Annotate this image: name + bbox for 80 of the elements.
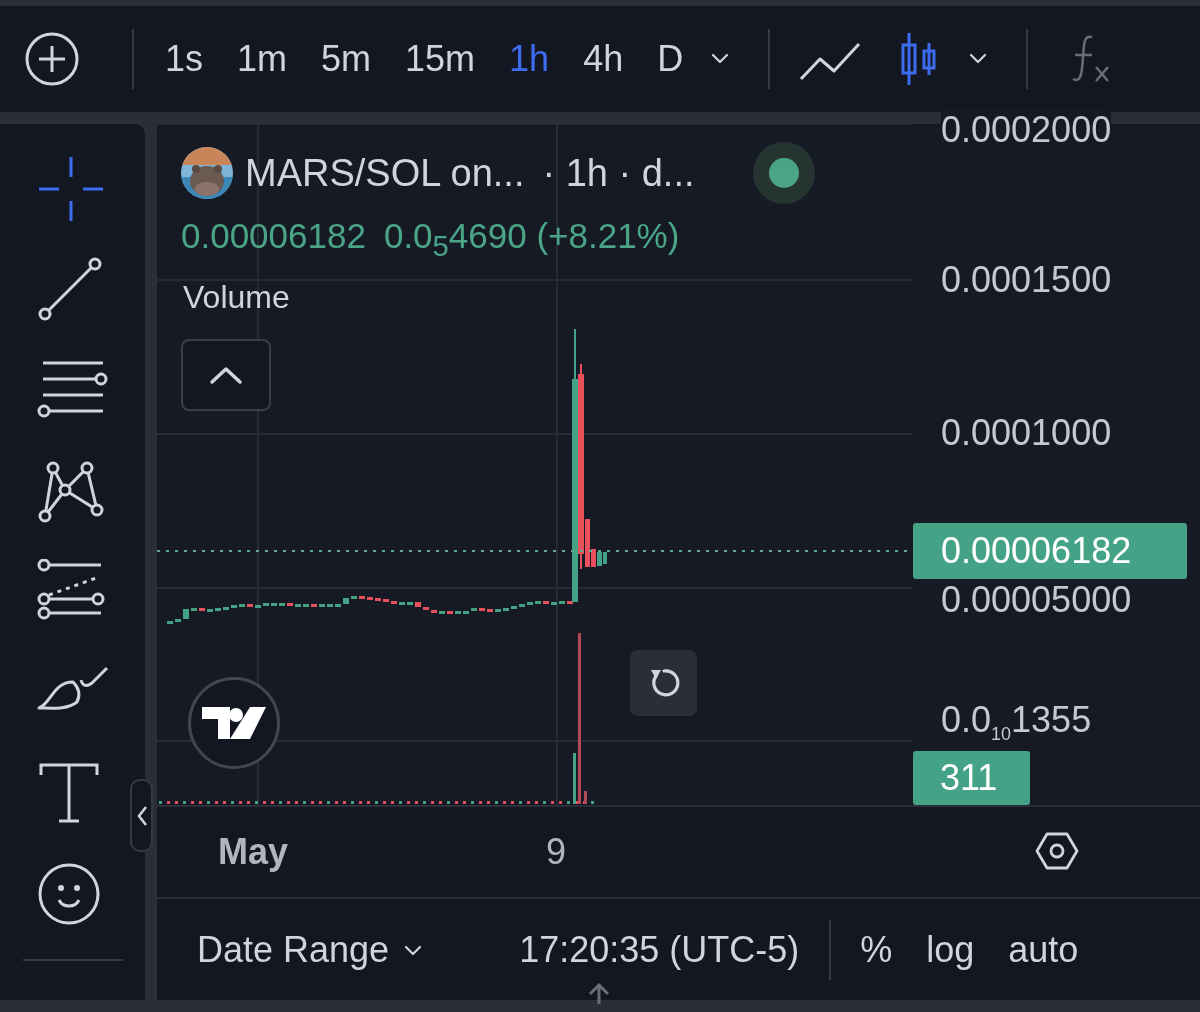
candle bbox=[487, 609, 493, 612]
scale-option[interactable]: auto bbox=[991, 928, 1096, 971]
candle bbox=[199, 608, 205, 611]
candle bbox=[367, 597, 373, 600]
candle bbox=[311, 604, 317, 607]
candle bbox=[463, 611, 469, 614]
timeframe-tab[interactable]: 1h bbox=[492, 38, 567, 80]
add-icon[interactable] bbox=[24, 31, 80, 87]
candle bbox=[559, 601, 565, 604]
logo-icon bbox=[202, 705, 266, 741]
candle bbox=[551, 602, 557, 605]
collapse-button[interactable] bbox=[181, 339, 271, 411]
candle bbox=[527, 602, 533, 605]
date-range-dropdown[interactable]: Date Range bbox=[197, 928, 426, 971]
clock-time[interactable]: 17:20:35 (UTC-5) bbox=[519, 928, 800, 971]
candle bbox=[471, 608, 477, 611]
time-axis-label: May bbox=[218, 831, 289, 873]
candle bbox=[543, 601, 549, 604]
candle bbox=[375, 598, 381, 601]
time-axis-label: 9 bbox=[546, 831, 567, 873]
candle bbox=[535, 601, 541, 604]
candle bbox=[239, 604, 245, 607]
candle bbox=[439, 611, 445, 614]
arrow-up-icon[interactable] bbox=[587, 982, 611, 1006]
candle bbox=[263, 603, 269, 606]
candle bbox=[415, 602, 421, 607]
candle bbox=[319, 604, 325, 607]
candle bbox=[223, 607, 229, 610]
timeframe-tab[interactable]: 1s bbox=[148, 38, 221, 80]
candle bbox=[343, 598, 349, 604]
candle bbox=[503, 608, 509, 611]
candle bbox=[431, 610, 437, 613]
timeframe-tab[interactable]: D bbox=[640, 38, 701, 80]
symbol-title[interactable]: MARS/SOL on... bbox=[245, 151, 525, 195]
timeframe-tab[interactable]: 1m bbox=[220, 38, 305, 80]
timeframe-tab[interactable]: 15m bbox=[388, 38, 493, 80]
sidebar-toggle[interactable] bbox=[130, 779, 153, 852]
candle bbox=[447, 611, 453, 614]
current-price-tag: 0.00006182 bbox=[913, 523, 1187, 579]
candle bbox=[279, 603, 285, 606]
candle bbox=[407, 602, 413, 605]
reset-button[interactable] bbox=[630, 650, 697, 716]
candle bbox=[303, 604, 309, 607]
candle bbox=[327, 604, 333, 607]
candle bbox=[175, 619, 181, 622]
candle bbox=[271, 603, 277, 606]
candle bbox=[287, 603, 293, 606]
candle bbox=[215, 608, 221, 611]
scale-option[interactable]: % bbox=[843, 928, 910, 971]
candle bbox=[399, 602, 405, 605]
candle bbox=[207, 609, 213, 612]
candle bbox=[335, 604, 341, 607]
candle bbox=[255, 605, 261, 608]
chevron-up-icon bbox=[209, 365, 243, 385]
candle bbox=[359, 596, 365, 599]
settings-icon[interactable] bbox=[1035, 831, 1079, 871]
candle bbox=[383, 599, 389, 602]
candle bbox=[391, 601, 397, 604]
price-change: 0.0$_{5}$4690 (+8.21%) bbox=[383, 216, 680, 263]
volume-value-tag: 311 bbox=[913, 751, 1030, 805]
candle bbox=[495, 609, 501, 612]
volume-label: Volume bbox=[183, 279, 290, 316]
timeframe-tab[interactable]: 5m bbox=[304, 38, 389, 80]
candle bbox=[519, 604, 525, 607]
timeframe-tab[interactable]: 4h bbox=[566, 38, 641, 80]
candle bbox=[231, 605, 237, 608]
candle bbox=[351, 596, 357, 599]
candle bbox=[183, 609, 189, 619]
scale-option[interactable]: log bbox=[909, 928, 992, 971]
candle bbox=[479, 608, 485, 611]
candle bbox=[511, 606, 517, 609]
candle bbox=[167, 621, 173, 624]
candle bbox=[455, 611, 461, 614]
candle bbox=[191, 608, 197, 611]
chart-details: · 1h · d... bbox=[542, 151, 695, 195]
price-value: 0.00006182 bbox=[181, 216, 366, 257]
chevron-left-icon bbox=[135, 804, 148, 827]
candle bbox=[423, 607, 429, 610]
candle bbox=[247, 604, 253, 607]
candle bbox=[295, 604, 301, 607]
